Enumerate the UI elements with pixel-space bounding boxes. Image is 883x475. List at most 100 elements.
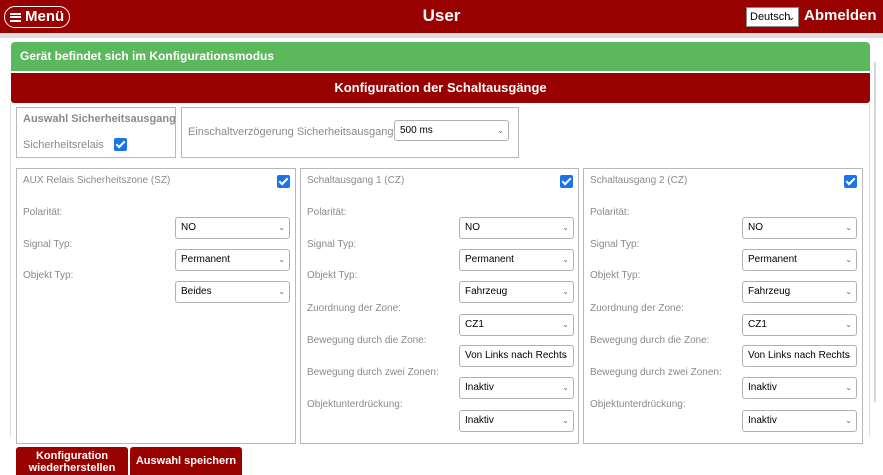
output-enable-checkbox[interactable] xyxy=(560,175,573,188)
two-zones-select[interactable]: Inaktiv ⌄ xyxy=(459,377,574,399)
chevron-down-icon: ⌄ xyxy=(845,223,852,232)
object-type-value: Fahrzeug xyxy=(465,286,508,297)
zone-label: Zuordnung der Zone: xyxy=(307,303,401,314)
suppression-label: Objektunterdrückung: xyxy=(590,399,686,410)
polarity-select[interactable]: NO ⌄ xyxy=(459,217,574,239)
polarity-label: Polarität: xyxy=(590,207,630,218)
object-type-value: Beides xyxy=(181,286,212,297)
chevron-down-icon: ⌄ xyxy=(845,416,852,425)
safety-relay-checkbox[interactable] xyxy=(114,138,127,151)
two-zones-value: Inaktiv xyxy=(465,382,494,393)
chevron-down-icon: ⌄ xyxy=(497,126,504,135)
zone-select[interactable]: CZ1 ⌄ xyxy=(459,314,574,336)
signal-type-value: Permanent xyxy=(181,254,230,265)
restore-config-line2: wiederherstellen xyxy=(28,462,116,474)
output-enable-checkbox[interactable] xyxy=(277,175,290,188)
polarity-value: NO xyxy=(748,222,763,233)
movement-label: Bewegung durch die Zone: xyxy=(307,335,427,346)
polarity-value: NO xyxy=(181,222,196,233)
movement-value: Von Links nach Rechts xyxy=(748,350,850,361)
suppression-select[interactable]: Inaktiv ⌄ xyxy=(459,410,574,432)
signal-type-label: Signal Typ: xyxy=(307,239,357,250)
zone-value: CZ1 xyxy=(748,319,767,330)
chevron-down-icon: ⌄ xyxy=(845,351,852,360)
object-type-value: Fahrzeug xyxy=(748,286,791,297)
chevron-down-icon: ⌄ xyxy=(562,223,569,232)
signal-type-select[interactable]: Permanent ⌄ xyxy=(742,249,857,271)
polarity-label: Polarität: xyxy=(23,207,63,218)
chevron-down-icon: ⌄ xyxy=(562,255,569,264)
signal-type-label: Signal Typ: xyxy=(23,239,73,250)
chevron-down-icon: ⌄ xyxy=(562,351,569,360)
chevron-down-icon: ⌄ xyxy=(845,320,852,329)
header-divider xyxy=(0,33,883,38)
chevron-down-icon: ⌄ xyxy=(845,287,852,296)
object-type-select[interactable]: Fahrzeug ⌄ xyxy=(459,281,574,303)
delay-value: 500 ms xyxy=(400,125,433,136)
chevron-down-icon: ⌄ xyxy=(278,255,285,264)
safety-relay-label: Sicherheitsrelais xyxy=(23,139,104,151)
delay-select[interactable]: 500 ms ⌄ xyxy=(394,120,509,141)
suppression-label: Objektunterdrückung: xyxy=(307,399,403,410)
two-zones-value: Inaktiv xyxy=(748,382,777,393)
polarity-select[interactable]: NO ⌄ xyxy=(742,217,857,239)
output-title: Schaltausgang 1 (CZ) xyxy=(307,175,405,186)
polarity-label: Polarität: xyxy=(307,207,347,218)
chevron-down-icon: ⌄ xyxy=(278,223,285,232)
chevron-down-icon: ⌄ xyxy=(562,287,569,296)
suppression-value: Inaktiv xyxy=(465,415,494,426)
section-title: Konfiguration der Schaltausgänge xyxy=(11,73,870,103)
object-type-label: Objekt Typ: xyxy=(23,270,74,281)
two-zones-select[interactable]: Inaktiv ⌄ xyxy=(742,377,857,399)
safety-output-heading: Auswahl Sicherheitsausgang xyxy=(23,113,176,125)
logout-link[interactable]: Abmelden xyxy=(804,7,877,24)
movement-value: Von Links nach Rechts xyxy=(465,350,567,361)
signal-type-value: Permanent xyxy=(465,254,514,265)
menu-button[interactable]: Menü xyxy=(4,6,71,28)
signal-type-label: Signal Typ: xyxy=(590,239,640,250)
suppression-select[interactable]: Inaktiv ⌄ xyxy=(742,410,857,432)
output-title: Schaltausgang 2 (CZ) xyxy=(590,175,688,186)
object-type-select[interactable]: Beides ⌄ xyxy=(175,281,290,303)
menu-label: Menü xyxy=(25,8,65,25)
object-type-label: Objekt Typ: xyxy=(307,270,358,281)
chevron-down-icon: ⌄ xyxy=(562,320,569,329)
object-type-select[interactable]: Fahrzeug ⌄ xyxy=(742,281,857,303)
save-selection-button[interactable]: Auswahl speichern xyxy=(130,447,242,475)
top-bar: Menü User Deutsch ⌄ Abmelden xyxy=(0,0,883,33)
movement-label: Bewegung durch die Zone: xyxy=(590,335,710,346)
suppression-value: Inaktiv xyxy=(748,415,777,426)
two-zones-label: Bewegung durch zwei Zonen: xyxy=(590,367,722,378)
movement-select[interactable]: Von Links nach Rechts ⌄ xyxy=(459,345,574,367)
chevron-down-icon: ⌄ xyxy=(845,383,852,392)
restore-config-button[interactable]: Konfiguration wiederherstellen xyxy=(16,447,128,475)
chevron-down-icon: ⌄ xyxy=(562,416,569,425)
zone-select[interactable]: CZ1 ⌄ xyxy=(742,314,857,336)
hamburger-icon xyxy=(10,12,21,22)
output-box-2: Schaltausgang 2 (CZ) Polarität: NO ⌄ Sig… xyxy=(583,168,863,444)
two-zones-label: Bewegung durch zwei Zonen: xyxy=(307,367,439,378)
delay-label: Einschaltverzögerung Sicherheitsausgang: xyxy=(188,126,397,138)
scrollbar-track[interactable] xyxy=(874,62,876,402)
signal-type-select[interactable]: Permanent ⌄ xyxy=(175,249,290,271)
polarity-select[interactable]: NO ⌄ xyxy=(175,217,290,239)
safety-output-box: Auswahl Sicherheitsausgang Sicherheitsre… xyxy=(16,107,176,158)
output-enable-checkbox[interactable] xyxy=(844,175,857,188)
zone-label: Zuordnung der Zone: xyxy=(590,303,684,314)
delay-box: Einschaltverzögerung Sicherheitsausgang:… xyxy=(181,107,519,158)
signal-type-select[interactable]: Permanent ⌄ xyxy=(459,249,574,271)
chevron-down-icon: ⌄ xyxy=(562,383,569,392)
output-box-aux: AUX Relais Sicherheitszone (SZ) Polaritä… xyxy=(16,168,296,444)
language-value: Deutsch xyxy=(750,11,791,23)
output-box-1: Schaltausgang 1 (CZ) Polarität: NO ⌄ Sig… xyxy=(300,168,579,444)
chevron-down-icon: ⌄ xyxy=(787,12,795,22)
restore-config-line1: Konfiguration xyxy=(35,450,109,462)
movement-select[interactable]: Von Links nach Rechts ⌄ xyxy=(742,345,857,367)
polarity-value: NO xyxy=(465,222,480,233)
status-banner: Gerät befindet sich im Konfigurationsmod… xyxy=(11,42,870,71)
language-select[interactable]: Deutsch ⌄ xyxy=(746,7,799,27)
output-title: AUX Relais Sicherheitszone (SZ) xyxy=(23,175,171,186)
chevron-down-icon: ⌄ xyxy=(845,255,852,264)
object-type-label: Objekt Typ: xyxy=(590,270,641,281)
chevron-down-icon: ⌄ xyxy=(278,287,285,296)
